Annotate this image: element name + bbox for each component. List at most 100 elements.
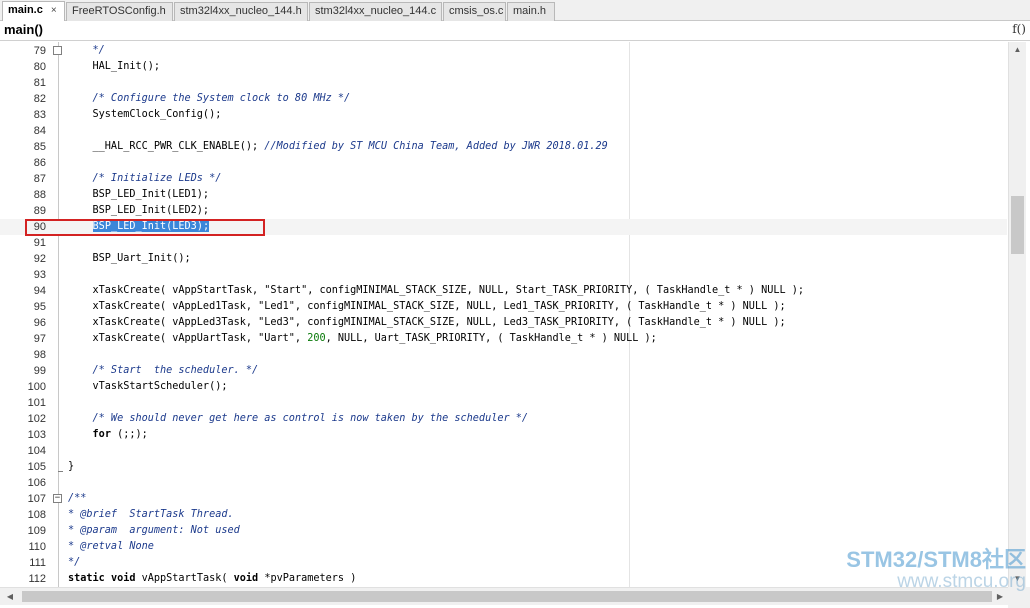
- tab-main-h[interactable]: main.h: [507, 2, 555, 21]
- code-line[interactable]: 95 xTaskCreate( vAppLed1Task, "Led1", co…: [0, 299, 1007, 315]
- tab-label: main.h: [513, 5, 547, 17]
- code-line[interactable]: 79 */: [0, 43, 1007, 59]
- code-line[interactable]: 104: [0, 443, 1007, 459]
- code-text[interactable]: /* We should never get here as control i…: [68, 411, 528, 427]
- close-icon[interactable]: ×: [51, 5, 57, 16]
- code-line[interactable]: 109 * @param argument: Not used: [0, 523, 1007, 539]
- code-text[interactable]: /* Start the scheduler. */: [68, 363, 259, 379]
- code-line[interactable]: 112 static void vAppStartTask( void *pvPa…: [0, 571, 1007, 587]
- code-line[interactable]: 105}: [0, 459, 1007, 475]
- line-number: 110: [28, 541, 46, 553]
- line-number: 106: [27, 477, 46, 489]
- scroll-up-icon[interactable]: ▲: [1009, 42, 1026, 58]
- code-text[interactable]: /**: [68, 491, 86, 507]
- code-line[interactable]: 94 xTaskCreate( vAppStartTask, "Start", …: [0, 283, 1007, 299]
- line-number: 85: [33, 141, 46, 153]
- code-line[interactable]: 107 /**: [0, 491, 1007, 507]
- code-line[interactable]: 108 * @brief StartTask Thread.: [0, 507, 1007, 523]
- code-text[interactable]: HAL_Init();: [68, 59, 160, 75]
- code-line[interactable]: 99 /* Start the scheduler. */: [0, 363, 1007, 379]
- code-text[interactable]: * @param argument: Not used: [68, 523, 240, 539]
- line-number: 88: [33, 189, 46, 201]
- line-number: 112: [28, 573, 46, 585]
- code-line[interactable]: 87 /* Initialize LEDs */: [0, 171, 1007, 187]
- code-line[interactable]: 103 for (;;);: [0, 427, 1007, 443]
- horizontal-scroll-thumb[interactable]: [22, 591, 992, 602]
- line-number: 91: [33, 237, 46, 249]
- scroll-left-icon[interactable]: ◀: [2, 588, 18, 605]
- code-text[interactable]: __HAL_RCC_PWR_CLK_ENABLE(); //Modified b…: [68, 139, 608, 155]
- code-line[interactable]: 100 vTaskStartScheduler();: [0, 379, 1007, 395]
- code-line[interactable]: 83 SystemClock_Config();: [0, 107, 1007, 123]
- function-list-icon[interactable]: f(): [1012, 22, 1026, 36]
- line-number: 111: [29, 557, 46, 569]
- tab-cmsis-os-c[interactable]: cmsis_os.c: [443, 2, 506, 21]
- line-number: 92: [33, 253, 46, 265]
- line-number: 94: [33, 285, 46, 297]
- code-line[interactable]: 91: [0, 235, 1007, 251]
- code-line[interactable]: 88 BSP_LED_Init(LED1);: [0, 187, 1007, 203]
- code-line[interactable]: 89 BSP_LED_Init(LED2);: [0, 203, 1007, 219]
- line-number: 83: [33, 109, 46, 121]
- line-number: 100: [27, 381, 46, 393]
- code-line[interactable]: 82 /* Configure the System clock to 80 M…: [0, 91, 1007, 107]
- code-text[interactable]: for (;;);: [68, 427, 148, 443]
- code-text[interactable]: }: [68, 459, 74, 475]
- fold-collapse-icon[interactable]: −: [53, 494, 62, 503]
- code-text[interactable]: */: [68, 43, 105, 59]
- code-text[interactable]: xTaskCreate( vAppStartTask, "Start", con…: [68, 283, 804, 299]
- line-number: 79: [33, 45, 46, 57]
- line-number: 80: [33, 61, 46, 73]
- code-text[interactable]: BSP_LED_Init(LED1);: [68, 187, 210, 203]
- code-text[interactable]: vTaskStartScheduler();: [68, 379, 228, 395]
- tab-freertosconfig-h[interactable]: FreeRTOSConfig.h: [66, 2, 173, 21]
- code-line[interactable]: 80 HAL_Init();: [0, 59, 1007, 75]
- code-line[interactable]: 92 BSP_Uart_Init();: [0, 251, 1007, 267]
- code-text[interactable]: * @retval None: [68, 539, 154, 555]
- code-line[interactable]: 106: [0, 475, 1007, 491]
- code-text[interactable]: */: [68, 555, 80, 571]
- tab-main-c[interactable]: main.c ×: [2, 1, 65, 22]
- tab-bar: main.c × FreeRTOSConfig.h stm32l4xx_nucle…: [0, 0, 1030, 22]
- code-line[interactable]: 86: [0, 155, 1007, 171]
- scroll-down-icon[interactable]: ▼: [1009, 571, 1026, 587]
- line-number: 99: [33, 365, 46, 377]
- tab-stm32l4xx-nucleo-144-h[interactable]: stm32l4xx_nucleo_144.h: [174, 2, 308, 21]
- code-text[interactable]: xTaskCreate( vAppLed1Task, "Led1", confi…: [68, 299, 786, 315]
- code-text[interactable]: * @brief StartTask Thread.: [68, 507, 234, 523]
- code-line[interactable]: 84: [0, 123, 1007, 139]
- line-number: 89: [33, 205, 46, 217]
- horizontal-scrollbar[interactable]: ◀ ▶: [0, 587, 1008, 605]
- code-editor[interactable]: 79 */80 HAL_Init(); 81 82 /* Configure the…: [0, 42, 1007, 587]
- code-text[interactable]: xTaskCreate( vAppLed3Task, "Led3", confi…: [68, 315, 786, 331]
- scroll-right-icon[interactable]: ▶: [992, 588, 1008, 605]
- line-number: 97: [33, 333, 46, 345]
- code-text[interactable]: SystemClock_Config();: [68, 107, 222, 123]
- tab-label: cmsis_os.c: [449, 5, 504, 17]
- code-line[interactable]: 93: [0, 267, 1007, 283]
- code-text[interactable]: static void vAppStartTask( void *pvParam…: [68, 571, 356, 587]
- vertical-scroll-thumb[interactable]: [1011, 196, 1024, 254]
- code-line[interactable]: 102 /* We should never get here as contr…: [0, 411, 1007, 427]
- code-text[interactable]: xTaskCreate( vAppUartTask, "Uart", 200, …: [68, 331, 657, 347]
- tab-stm32l4xx-nucleo-144-c[interactable]: stm32l4xx_nucleo_144.c: [309, 2, 442, 21]
- code-text[interactable]: BSP_Uart_Init();: [68, 251, 191, 267]
- current-function-name[interactable]: main(): [4, 22, 43, 37]
- line-number: 107: [27, 493, 46, 505]
- code-line[interactable]: 96 xTaskCreate( vAppLed3Task, "Led3", co…: [0, 315, 1007, 331]
- vertical-scrollbar[interactable]: ▲ ▼: [1008, 42, 1026, 587]
- code-line[interactable]: 81: [0, 75, 1007, 91]
- line-number: 84: [33, 125, 46, 137]
- fold-end-marker: [58, 471, 63, 472]
- code-text[interactable]: /* Initialize LEDs */: [68, 171, 222, 187]
- code-text[interactable]: BSP_LED_Init(LED2);: [68, 203, 210, 219]
- tab-label: stm32l4xx_nucleo_144.c: [315, 5, 437, 17]
- code-line[interactable]: 97 xTaskCreate( vAppUartTask, "Uart", 20…: [0, 331, 1007, 347]
- code-line[interactable]: 85 __HAL_RCC_PWR_CLK_ENABLE(); //Modifie…: [0, 139, 1007, 155]
- code-line[interactable]: 111 */: [0, 555, 1007, 571]
- tab-label: stm32l4xx_nucleo_144.h: [180, 5, 302, 17]
- code-line[interactable]: 110 * @retval None: [0, 539, 1007, 555]
- code-line[interactable]: 101: [0, 395, 1007, 411]
- code-text[interactable]: /* Configure the System clock to 80 MHz …: [68, 91, 351, 107]
- code-line[interactable]: 98: [0, 347, 1007, 363]
